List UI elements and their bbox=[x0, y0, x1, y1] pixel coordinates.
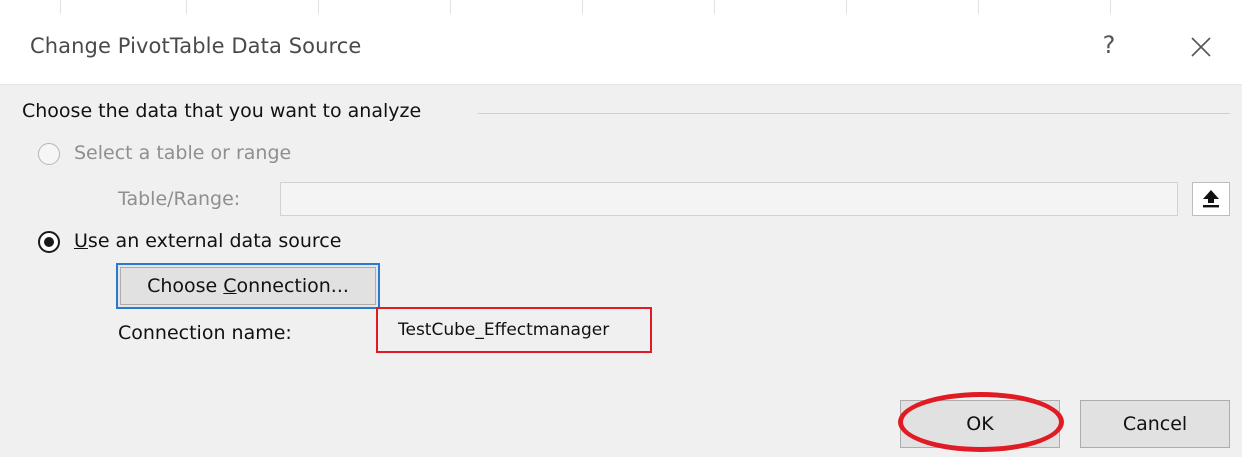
radio-external-data-source[interactable] bbox=[38, 231, 60, 253]
select-table-range-label: Select a table or range bbox=[74, 142, 292, 164]
choose-connection-button[interactable]: Choose Connection... bbox=[116, 263, 380, 309]
grid-line bbox=[582, 0, 583, 14]
choose-connection-button-face: Choose Connection... bbox=[120, 267, 376, 305]
spreadsheet-grid-background bbox=[0, 0, 1242, 15]
table-range-label: Table/Range: bbox=[118, 188, 241, 210]
cancel-button[interactable]: Cancel bbox=[1080, 400, 1230, 448]
title-bar: Change PivotTable Data Source ? bbox=[0, 14, 1242, 85]
ok-button[interactable]: OK bbox=[900, 400, 1060, 448]
connection-name-label: Connection name: bbox=[118, 322, 292, 344]
grid-line bbox=[186, 0, 187, 14]
connection-name-value: TestCube_Effectmanager bbox=[398, 320, 610, 340]
grid-line bbox=[1110, 0, 1111, 14]
close-icon[interactable] bbox=[1186, 32, 1216, 62]
range-collapse-icon bbox=[1203, 190, 1219, 208]
grid-line bbox=[450, 0, 451, 14]
radio-select-table-range[interactable] bbox=[38, 143, 60, 165]
table-range-input[interactable] bbox=[280, 182, 1178, 216]
grid-line bbox=[846, 0, 847, 14]
range-collapse-button[interactable] bbox=[1192, 182, 1230, 216]
radio-selected-dot bbox=[44, 237, 54, 247]
grid-line bbox=[60, 0, 61, 14]
dialog-title: Change PivotTable Data Source bbox=[30, 34, 362, 58]
dialog-window: Change PivotTable Data Source ? Choose t… bbox=[0, 0, 1242, 457]
grid-line bbox=[978, 0, 979, 14]
grid-line bbox=[318, 0, 319, 14]
group-divider bbox=[478, 113, 1230, 114]
group-heading: Choose the data that you want to analyze bbox=[22, 100, 422, 122]
help-button[interactable]: ? bbox=[1096, 30, 1122, 60]
external-data-source-label: Use an external data source bbox=[74, 230, 342, 252]
grid-line bbox=[714, 0, 715, 14]
